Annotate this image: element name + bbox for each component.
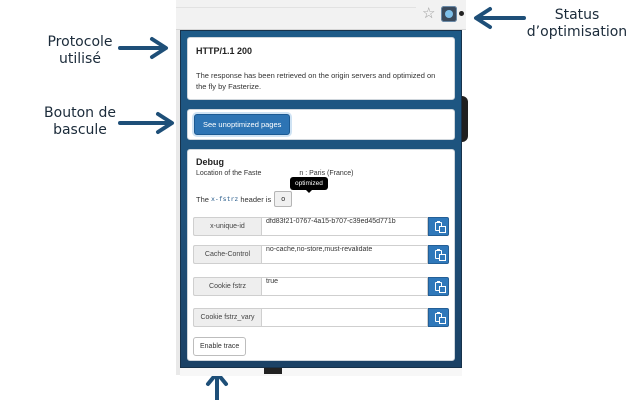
cache-control-field: Cache-Control no-cache,no-store,must-rev…: [193, 245, 449, 264]
x-unique-id-input[interactable]: dfd83f21-0767-4a15-b707-c39ed45d771b: [261, 217, 428, 236]
server-location-prefix: Location of the Faste: [196, 170, 262, 177]
field-label: Cookie fstrz_vary: [193, 308, 261, 327]
extension-popup: HTTP/1.1 200 The response has been retri…: [180, 30, 462, 368]
annotation-status-line1: Status: [554, 7, 600, 23]
protocol-message: The response has been retrieved on the o…: [196, 71, 436, 91]
protocol-status: HTTP/1.1 200: [196, 46, 253, 56]
optimized-tooltip: optimized: [290, 177, 328, 193]
header-name: x-fstrz: [210, 195, 239, 203]
header-suffix: header is: [240, 194, 272, 204]
address-bar-edge: [176, 7, 416, 8]
copy-unique-id-button[interactable]: [428, 217, 449, 236]
annotation-status-line2: d’optimisation: [526, 24, 628, 40]
underlying-page-image: [264, 368, 282, 374]
copy-cookie-fstrz-button[interactable]: [428, 277, 449, 296]
underlying-page-edge: [462, 30, 470, 375]
clipboard-icon: [435, 312, 446, 324]
star-icon[interactable]: ☆: [422, 6, 435, 22]
header-prefix: The: [196, 194, 209, 204]
browser-menu-icon[interactable]: [459, 11, 464, 16]
underlying-page-edge: [180, 368, 462, 376]
annotation-toggle-line2: bascule: [53, 122, 107, 138]
fstrz-header-row: The x-fstrz header is o: [196, 190, 446, 208]
annotation-toggle: Bouton de bascule: [28, 105, 132, 139]
annotation-status: Status d’optimisation: [525, 7, 629, 41]
cookie-fstrz-field: Cookie fstrz true: [193, 277, 449, 296]
clipboard-icon: [435, 281, 446, 293]
debug-panel: Debug Location of the Faste n : Paris (Fr…: [187, 149, 455, 361]
x-unique-id-field: x-unique-id dfd83f21-0767-4a15-b707-c39e…: [193, 217, 449, 236]
cookie-fstrz-vary-field: Cookie fstrz_vary: [193, 308, 449, 327]
arrow-right-icon: [118, 112, 174, 134]
browser-toolbar: ☆: [176, 0, 466, 30]
cookie-fstrz-vary-input[interactable]: [261, 308, 428, 327]
header-value-button[interactable]: o: [274, 191, 293, 207]
server-location: Location of the Faste n : Paris (France) …: [196, 170, 446, 193]
toggle-panel: See unoptimized pages: [187, 109, 455, 140]
fasterize-extension-icon[interactable]: [441, 6, 457, 22]
annotation-toggle-line1: Bouton de: [44, 105, 116, 121]
clipboard-icon: [435, 221, 446, 233]
protocol-panel: HTTP/1.1 200 The response has been retri…: [187, 37, 455, 100]
server-location-suffix: n : Paris (France): [299, 170, 354, 177]
arrow-left-icon: [474, 7, 526, 29]
debug-title: Debug: [196, 157, 224, 167]
annotation-protocol-line2: utilisé: [59, 51, 101, 67]
field-label: Cache-Control: [193, 245, 261, 264]
clipboard-icon: [435, 249, 446, 261]
annotation-protocol-line1: Protocole: [47, 34, 113, 50]
copy-cookie-fstrz-vary-button[interactable]: [428, 308, 449, 327]
cookie-fstrz-input[interactable]: true: [261, 277, 428, 296]
annotation-protocol: Protocole utilisé: [28, 34, 132, 68]
field-label: x-unique-id: [193, 217, 261, 236]
copy-cache-control-button[interactable]: [428, 245, 449, 264]
enable-trace-button[interactable]: Enable trace: [193, 337, 247, 356]
field-label: Cookie fstrz: [193, 277, 261, 296]
cache-control-input[interactable]: no-cache,no-store,must-revalidate: [261, 245, 428, 264]
see-unoptimized-button[interactable]: See unoptimized pages: [194, 114, 291, 135]
arrow-right-icon: [118, 37, 168, 59]
underlying-page-image: [462, 96, 468, 142]
